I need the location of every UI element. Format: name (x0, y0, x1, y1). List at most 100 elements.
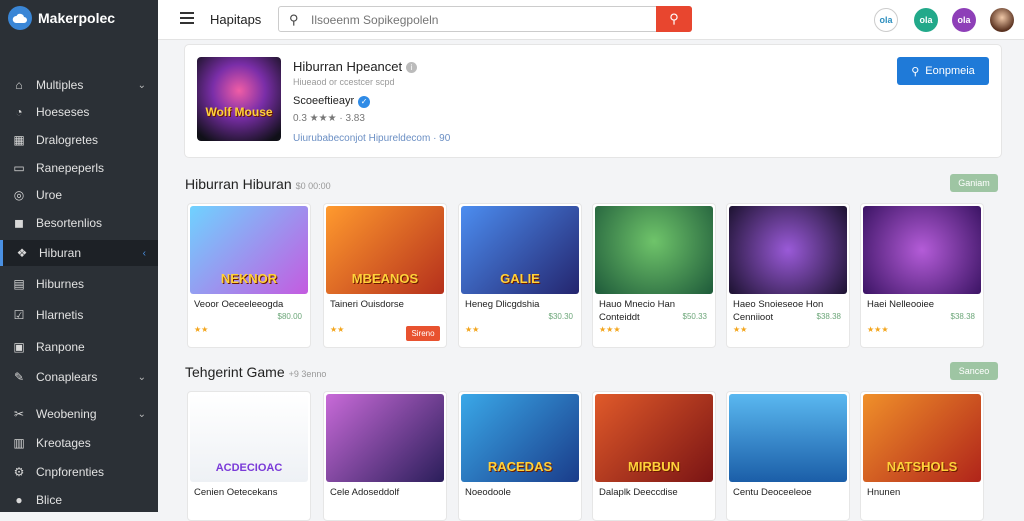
home-icon: ⌂ (15, 78, 23, 92)
game-name: Dalaplk Deeccdise (599, 487, 678, 498)
game-card[interactable]: MIRBUN Dalaplk Deeccdise (592, 391, 716, 521)
window-icon: ▭ (13, 161, 25, 175)
sidebar-item-cnpforenties[interactable]: ⚙ Cnpforenties (0, 459, 158, 485)
game-thumbnail[interactable] (729, 206, 847, 294)
section-title-text: Tehgerint Game (185, 364, 285, 380)
sidebar-item-hlarnetis[interactable]: ☑ Hlarnetis (0, 302, 158, 328)
sidebar-item-label: Uroe (36, 188, 63, 202)
game-thumbnail[interactable]: ACDECIOAC (190, 394, 308, 482)
game-thumbnail[interactable]: NEKNOR (190, 206, 308, 294)
game-card[interactable]: RACEDAS Noeodoole (458, 391, 582, 521)
sidebar-item-ranpone[interactable]: ▣ Ranpone (0, 334, 158, 360)
star-icon: ★★★ (599, 325, 621, 334)
game-name: Veoor Oeceeleeogda (194, 299, 284, 310)
sidebar-item-kreotages[interactable]: ▥ Kreotages (0, 430, 158, 456)
game-rating: ★★★ (867, 325, 889, 334)
game-rating: ★★★ (599, 325, 621, 334)
sidebar-item-uroe[interactable]: ◎ Uroe (0, 182, 158, 208)
user-icon: ● (15, 493, 23, 507)
chat-icon[interactable]: ola (874, 8, 898, 32)
star-icon: ★★ (330, 325, 345, 334)
featured-card: Wolf Mouse Hiburran Hpeancet i Hiueaod or… (184, 44, 1002, 158)
game-name: Taineri Ouisdorse (330, 299, 404, 310)
game-thumbnail[interactable]: MIRBUN (595, 394, 713, 482)
featured-thumbnail[interactable]: Wolf Mouse (197, 57, 281, 141)
sidebar-item-ranepeperls[interactable]: ▭ Ranepeperls (0, 155, 158, 181)
game-thumbnail[interactable]: GALIE (461, 206, 579, 294)
sidebar-item-hoeseses[interactable]: ◔ Hoeseses (0, 99, 158, 125)
sidebar-item-label: Cnpforenties (36, 465, 105, 479)
cloud-logo-icon (8, 6, 32, 30)
apps-icon[interactable]: ola (952, 8, 976, 32)
sidebar-item-blice[interactable]: ● Blice (0, 487, 158, 513)
featured-meta[interactable]: Uiurubabeconjot Hipureldecom · 90 (293, 133, 450, 144)
sidebar-item-label: Hlarnetis (36, 308, 84, 322)
game-card[interactable]: Haei Nelleooiee $38.38 ★★★ (860, 203, 984, 348)
game-thumbnail[interactable] (595, 206, 713, 294)
breadcrumb[interactable]: Hapitaps (210, 12, 261, 27)
game-thumbnail[interactable] (326, 394, 444, 482)
sidebar-item-label: Ranepeperls (36, 161, 105, 175)
section-see-all-button[interactable]: Ganiam (950, 174, 998, 192)
avatar[interactable] (990, 8, 1014, 32)
game-price: $80.00 (277, 312, 302, 321)
game-card[interactable]: GALIE Heneg Dlicgdshia $30.30 ★★ (458, 203, 582, 348)
brand[interactable]: Makerpolec (0, 0, 158, 36)
game-rating: ★★ (733, 325, 747, 334)
puzzle-icon: ❖ (16, 246, 28, 260)
section-see-all-button[interactable]: Sanceo (950, 362, 998, 380)
game-card[interactable]: MBEANOS Taineri Ouisdorse ★★ Sireno (323, 203, 447, 348)
game-card[interactable]: NEKNOR Veoor Oeceeleeogda $80.00 ★★ (187, 203, 311, 348)
chevron-icon: ⌄ (137, 371, 146, 383)
brand-name: Makerpolec (38, 10, 116, 26)
sidebar-item-conaplears[interactable]: ✎ Conaplears ⌄ (0, 364, 158, 390)
verified-icon: ✓ (358, 96, 371, 108)
featured-subtitle: Hiueaod or ccestcer scpd (293, 77, 395, 87)
game-card[interactable]: Centu Deoceeleoe (726, 391, 850, 521)
featured-developer[interactable]: Scoeeftieayr ✓ (293, 95, 371, 108)
game-name: Haei Nelleooiee (867, 299, 935, 310)
featured-rating: 0.3 ★★★ · 3.83 (293, 113, 365, 124)
sidebar-item-weobening[interactable]: ✂ Weobening ⌄ (0, 401, 158, 427)
game-card[interactable]: Cele Adoseddolf (323, 391, 447, 521)
game-name: Hnunen (867, 487, 901, 498)
game-rating: ★★ (330, 325, 344, 334)
game-action-button[interactable]: Sireno (406, 326, 440, 341)
game-thumbnail[interactable] (729, 394, 847, 482)
top-bar: Hapitaps ⚲ ⚲ olaolaola (158, 0, 1024, 40)
game-card[interactable]: Hauo Mnecio Han Conteiddt $50.33 ★★★ (592, 203, 716, 348)
sidebar-item-hiburnes[interactable]: ▤ Hiburnes (0, 271, 158, 297)
game-thumbnail-title: GALIE (500, 271, 540, 286)
star-icon: ★★★ (867, 325, 889, 334)
sidebar-item-hiburan[interactable]: ❖ Hiburan ‹ (0, 240, 158, 266)
game-card[interactable]: Haeo Snoieseoe Hon Cenniioot $38.38 ★★ (726, 203, 850, 348)
search-button[interactable]: ⚲ (656, 6, 692, 32)
sidebar-item-multiples[interactable]: ⌂ Multiples ⌄ (0, 72, 158, 98)
game-thumbnail[interactable]: NATSHOLS (863, 394, 981, 482)
settings-icon: ⚙ (13, 465, 25, 479)
game-card[interactable]: NATSHOLS Hnunen (860, 391, 984, 521)
sidebar-item-dralogretes[interactable]: ▦ Dralogretes (0, 127, 158, 153)
game-thumbnail-title: NEKNOR (220, 271, 278, 286)
featured-thumbnail-title: Wolf Mouse (205, 105, 273, 119)
download-button[interactable]: ⚲ Eonpmeia (897, 57, 989, 85)
game-name: Heneg Dlicgdshia (465, 299, 540, 310)
sidebar-item-label: Multiples (36, 78, 84, 92)
game-thumbnail[interactable] (863, 206, 981, 294)
game-thumbnail-title: RACEDAS (487, 459, 553, 474)
info-icon[interactable]: i (406, 62, 418, 73)
featured-title-text: Hiburran Hpeancet (293, 59, 403, 74)
sidebar-item-besortenlios[interactable]: ◼ Besortenlios (0, 210, 158, 236)
sidebar-item-label: Blice (36, 493, 63, 507)
game-thumbnail[interactable]: RACEDAS (461, 394, 579, 482)
notification-icon[interactable]: ola (914, 8, 938, 32)
search-input[interactable] (311, 11, 641, 29)
section-title: Tehgerint Game +9 3enno (185, 364, 326, 380)
sidebar-item-label: Hiburan (39, 246, 82, 260)
game-card[interactable]: ACDECIOAC Cenien Oetecekans (187, 391, 311, 521)
game-thumbnail[interactable]: MBEANOS (326, 206, 444, 294)
menu-icon[interactable] (180, 12, 194, 24)
chevron-icon: ‹ (142, 247, 146, 259)
download-label: Eonpmeia (925, 65, 975, 77)
sidebar-item-label: Hoeseses (36, 105, 90, 119)
